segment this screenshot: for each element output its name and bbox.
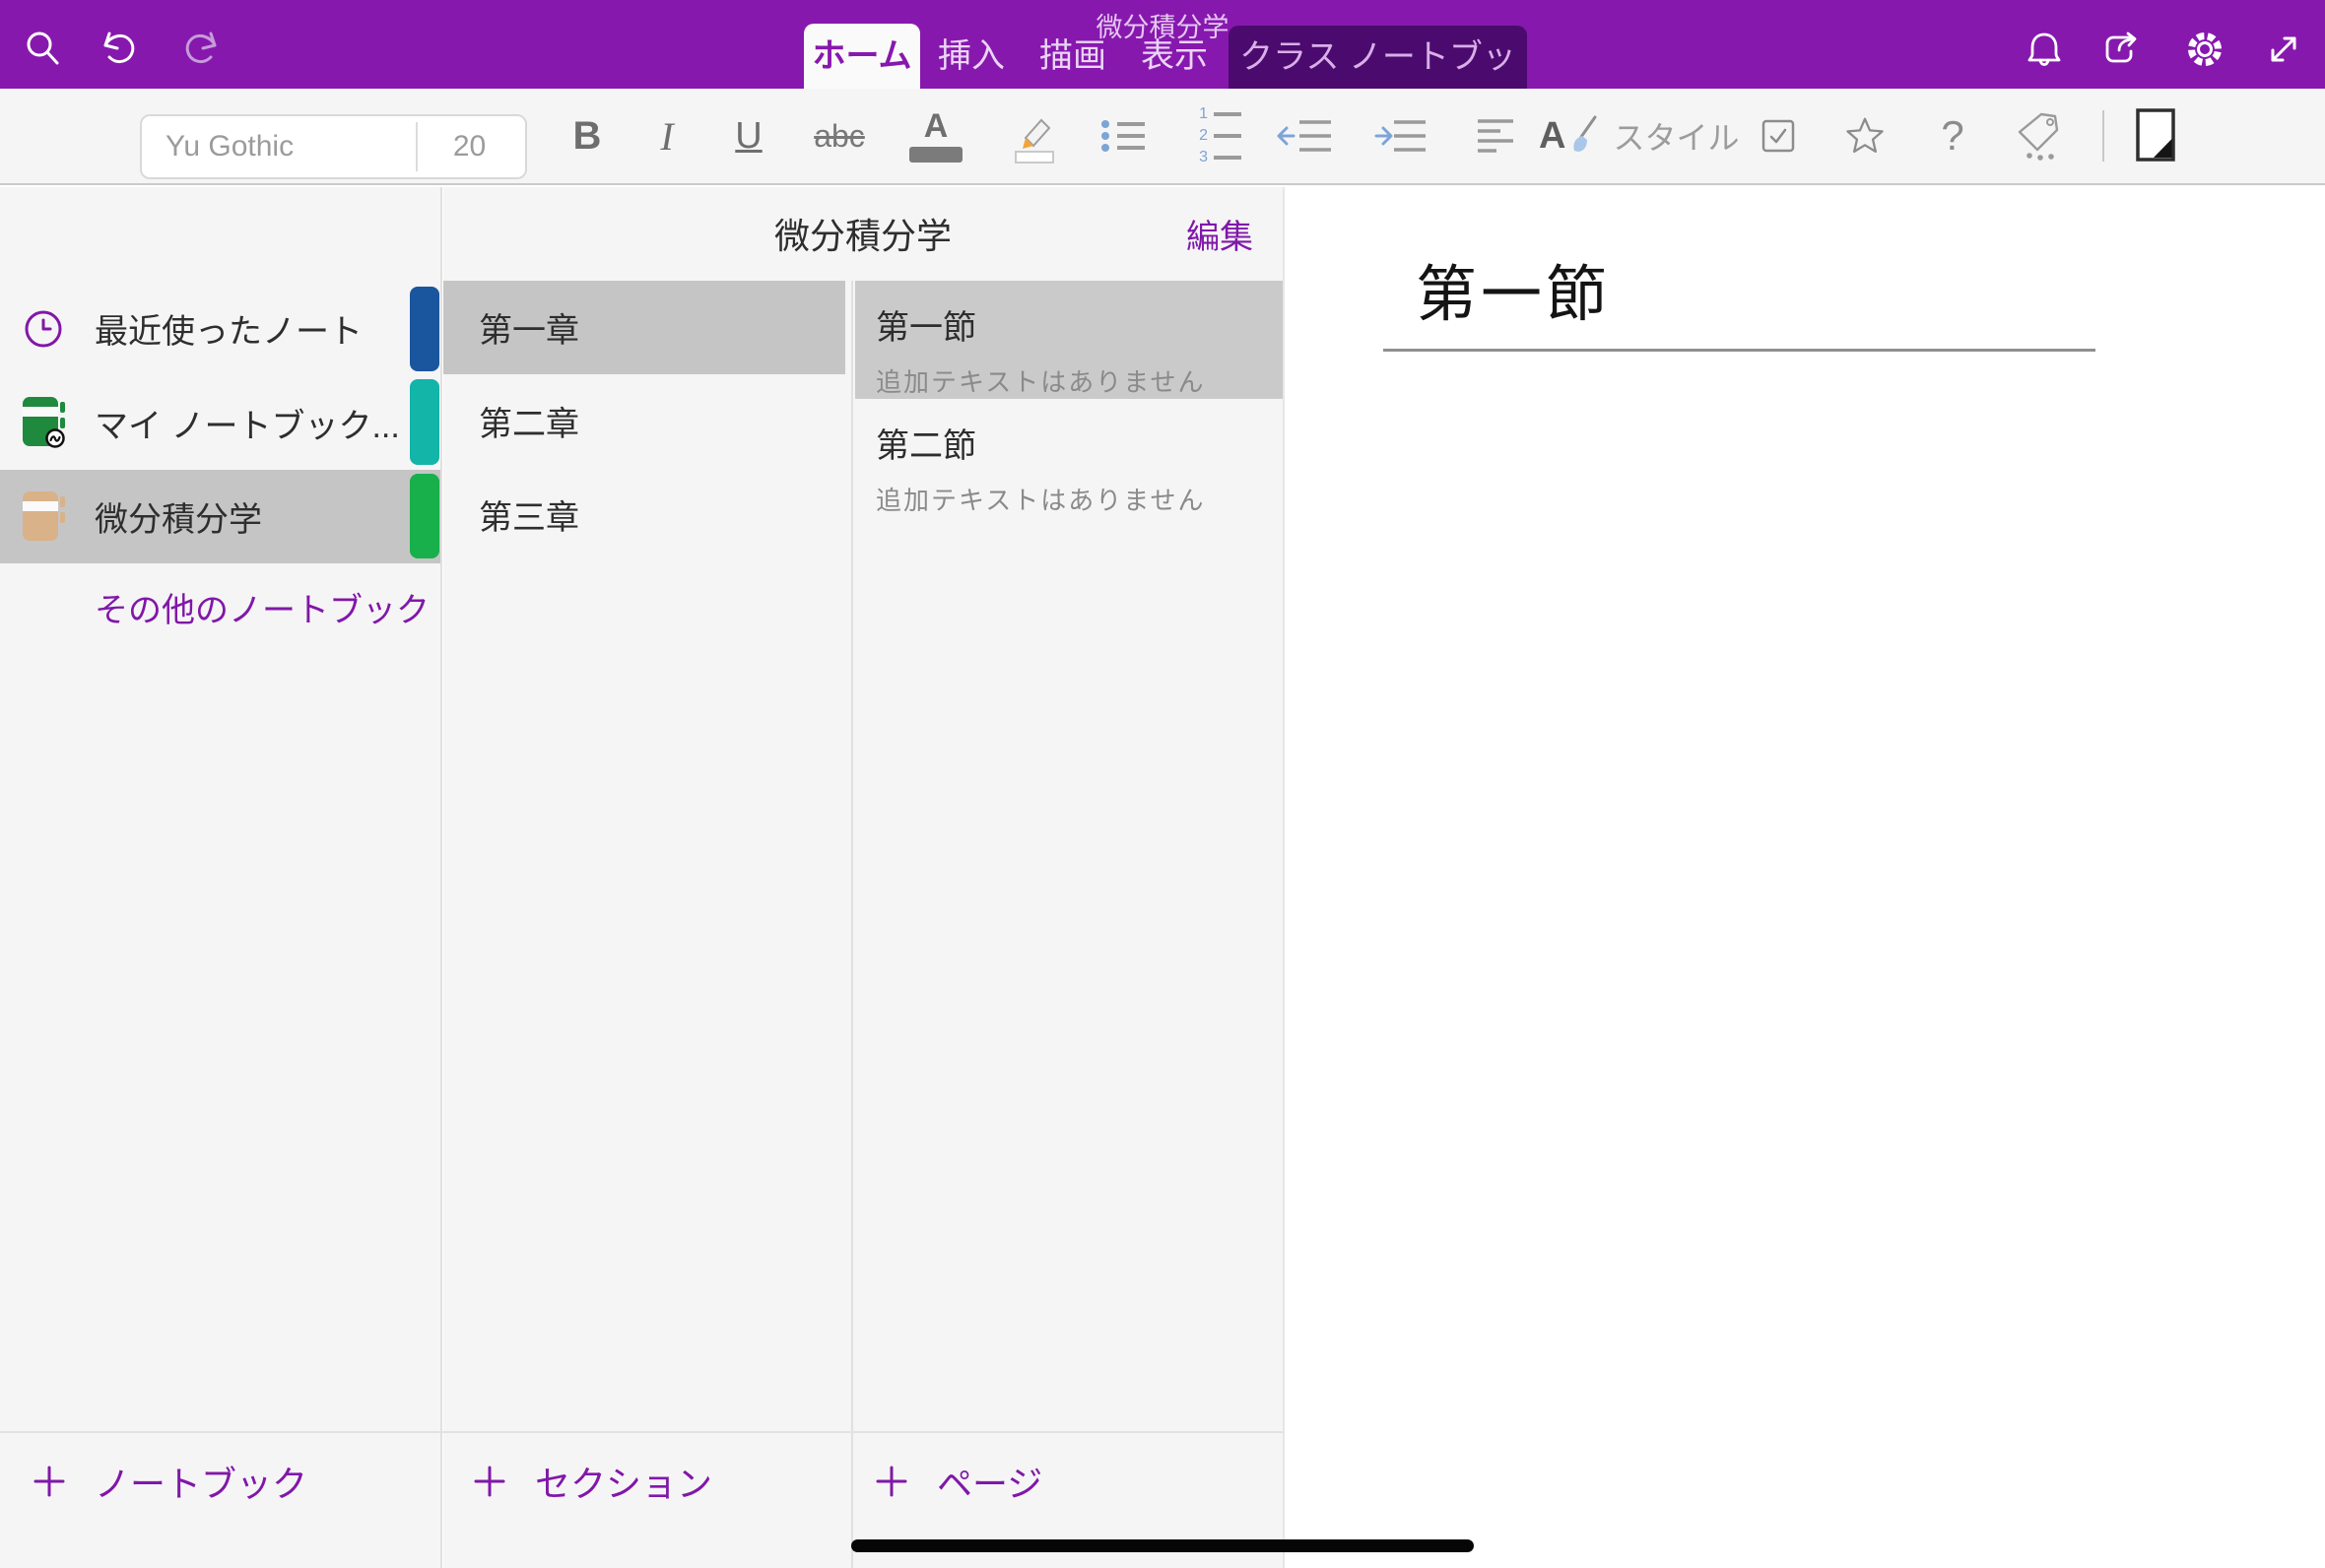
sections-pages-divider <box>851 281 853 1568</box>
top-bar: 微分積分学 <box>0 0 2325 89</box>
section-row-1[interactable]: 第一章 <box>443 281 845 374</box>
edit-button[interactable]: 編集 <box>1162 187 1253 280</box>
star-icon <box>1842 113 1888 159</box>
plus-icon <box>30 1462 69 1501</box>
font-picker: Yu Gothic 20 <box>140 114 527 179</box>
section-row-2[interactable]: 第二章 <box>443 374 845 468</box>
notifications-button[interactable] <box>2021 26 2068 73</box>
add-section-button[interactable]: セクション <box>470 1444 712 1519</box>
tab-home[interactable]: ホーム <box>804 24 920 89</box>
undo-icon <box>96 26 143 73</box>
font-color-button[interactable]: A <box>904 89 967 183</box>
search-button[interactable] <box>20 26 67 73</box>
numbered-list-icon: 1 2 3 <box>1196 101 1241 170</box>
italic-button[interactable]: I <box>635 89 698 183</box>
tab-insert[interactable]: 挿入 <box>927 24 1016 89</box>
notebook-color-tab-my <box>410 379 439 465</box>
add-notebook-button[interactable]: ノートブック <box>30 1444 307 1519</box>
format-toolbar: Yu Gothic 20 B I U abc A <box>0 89 2325 185</box>
font-name-select[interactable]: Yu Gothic <box>166 116 294 177</box>
tab-draw[interactable]: 描画 <box>1029 24 1117 89</box>
tag-icon <box>2014 109 2063 163</box>
toolbar-divider <box>2102 110 2104 162</box>
onenote-app: 微分積分学 <box>0 0 2325 1568</box>
share-button[interactable] <box>2100 26 2148 73</box>
settings-button[interactable] <box>2181 26 2228 73</box>
important-tag-button[interactable] <box>1833 89 1896 183</box>
outdent-icon <box>1276 114 1333 158</box>
page-title[interactable]: 第一節 <box>1416 244 1611 333</box>
font-color-icon: A <box>924 109 949 143</box>
home-indicator[interactable] <box>851 1539 1474 1552</box>
bullet-list-icon <box>1101 116 1145 156</box>
font-color-swatch <box>909 147 963 163</box>
fullscreen-button[interactable] <box>2260 26 2307 73</box>
section-row-3[interactable]: 第三章 <box>443 468 845 561</box>
bullet-list-button[interactable] <box>1092 89 1155 183</box>
expand-icon <box>2260 26 2307 73</box>
redo-button[interactable] <box>177 26 225 73</box>
bell-icon <box>2021 26 2068 73</box>
sidebar-item-calculus-notebook[interactable]: 微分積分学 <box>0 470 440 563</box>
notebook-color-tab-recent <box>410 287 439 371</box>
tag-button[interactable] <box>2007 89 2070 183</box>
indent-icon <box>1370 114 1428 158</box>
bottom-bar-divider <box>0 1431 1283 1433</box>
todo-tag-button[interactable] <box>1747 89 1810 183</box>
pages-main-divider <box>1283 187 1285 1568</box>
notebook-sync-icon <box>22 396 67 449</box>
gear-icon <box>2181 26 2228 73</box>
share-icon <box>2100 26 2148 73</box>
alignment-button[interactable] <box>1464 89 1527 183</box>
page-title-underline <box>1383 349 2095 352</box>
brush-icon <box>1565 113 1599 159</box>
sections-header-title: 微分積分学 <box>443 187 1283 280</box>
sidebar-divider <box>440 187 442 1568</box>
bold-button[interactable]: B <box>556 89 619 183</box>
styles-label: スタイル <box>1613 113 1739 159</box>
indent-button[interactable] <box>1367 89 1430 183</box>
question-tag-button[interactable]: ? <box>1921 89 1984 183</box>
highlight-button[interactable] <box>1003 89 1066 183</box>
plus-icon <box>872 1462 911 1501</box>
clock-icon <box>22 307 65 351</box>
notebook-icon <box>22 490 67 544</box>
page-corner-icon <box>2132 105 2179 166</box>
add-page-button[interactable]: ページ <box>872 1444 1042 1519</box>
strikethrough-button[interactable]: abc <box>808 89 871 183</box>
highlighter-icon <box>1013 108 1056 163</box>
underline-button[interactable]: U <box>717 89 780 183</box>
styles-letter-icon: A <box>1539 115 1565 158</box>
page-row-1[interactable]: 第一節 追加テキストはありません <box>855 281 1283 399</box>
page-row-2[interactable]: 第二節 追加テキストはありません <box>855 399 1283 517</box>
search-icon <box>20 26 67 73</box>
numbered-list-button[interactable]: 1 2 3 <box>1187 89 1250 183</box>
plus-icon <box>470 1462 509 1501</box>
styles-button[interactable]: A スタイル <box>1539 89 1739 183</box>
notebook-color-tab-calculus <box>410 474 439 558</box>
checkbox-icon <box>1759 116 1798 156</box>
tab-class-notebook[interactable]: クラス ノートブック <box>1229 26 1527 89</box>
tab-view[interactable]: 表示 <box>1130 24 1219 89</box>
outdent-button[interactable] <box>1273 89 1336 183</box>
redo-icon <box>177 26 225 73</box>
more-notebooks-link[interactable]: その他のノートブック <box>95 585 430 636</box>
page-format-button[interactable] <box>2124 89 2187 183</box>
sidebar-item-my-notebooks[interactable]: マイ ノートブック... <box>0 375 440 470</box>
align-icon <box>1474 113 1517 159</box>
sidebar-item-recent-notes[interactable]: 最近使ったノート <box>0 282 440 375</box>
font-size-select[interactable]: 20 <box>418 116 521 177</box>
undo-button[interactable] <box>96 26 143 73</box>
